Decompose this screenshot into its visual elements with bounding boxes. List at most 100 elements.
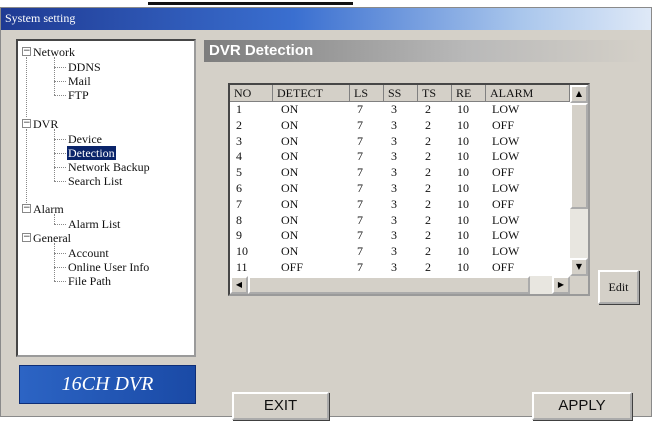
- cell-re: 10: [457, 244, 469, 259]
- cell-detect: ON: [281, 149, 299, 164]
- tree-line: [54, 224, 66, 225]
- exit-button[interactable]: EXIT: [232, 392, 329, 420]
- cell-ls: 7: [357, 117, 363, 132]
- scroll-left-icon[interactable]: ◀: [230, 276, 248, 294]
- table-row[interactable]: 9 ON 7 3 2 10 LOW: [230, 228, 570, 243]
- section-title: DVR Detection: [209, 42, 314, 59]
- cell-ts: 2: [425, 165, 431, 180]
- cell-alarm: OFF: [492, 165, 515, 180]
- column-header-ts[interactable]: TS: [418, 85, 452, 102]
- cell-ss: 3: [391, 196, 397, 211]
- cell-detect: ON: [281, 212, 299, 227]
- tree-item-file-path[interactable]: File Path: [68, 274, 111, 288]
- cell-alarm: LOW: [492, 212, 520, 227]
- column-header-no[interactable]: NO: [230, 85, 273, 102]
- cell-no: 3: [236, 133, 242, 148]
- tree-line: [54, 214, 55, 224]
- cell-alarm: LOW: [492, 102, 520, 116]
- tree-item-ftp[interactable]: FTP: [68, 88, 89, 102]
- window-title: System setting: [5, 11, 76, 25]
- tree-item-network-backup[interactable]: Network Backup: [68, 160, 150, 174]
- table-body[interactable]: 1 ON 7 3 2 10 LOW 2 ON 7 3 2 10 OFF 3 ON 7 3 2 10 LOW 4 ON 7 3 2 1…: [230, 102, 570, 276]
- cell-alarm: OFF: [492, 196, 515, 211]
- title-bar[interactable]: System setting: [1, 8, 651, 30]
- cell-ts: 2: [425, 149, 431, 164]
- scroll-right-icon[interactable]: ▶: [552, 276, 570, 294]
- table-row[interactable]: 8 ON 7 3 2 10 LOW: [230, 213, 570, 228]
- tree-item-online-user-info[interactable]: Online User Info: [68, 260, 149, 274]
- cell-ts: 2: [425, 102, 431, 116]
- cell-ts: 2: [425, 196, 431, 211]
- cell-re: 10: [457, 260, 469, 274]
- column-header-ls[interactable]: LS: [350, 85, 384, 102]
- table-header: NO DETECT LS SS TS RE ALARM: [230, 85, 570, 102]
- tree-item-alarm-list[interactable]: Alarm List: [68, 217, 120, 231]
- cell-alarm: LOW: [492, 133, 520, 148]
- tree-item-detection[interactable]: Detection: [67, 146, 116, 160]
- collapse-dvr-icon[interactable]: −: [22, 119, 31, 128]
- collapse-network-icon[interactable]: −: [22, 47, 31, 56]
- cell-no: 5: [236, 165, 242, 180]
- tree-group-general[interactable]: General: [33, 231, 71, 245]
- settings-tree[interactable]: − Network DDNS Mail FTP − DVR Device Det…: [16, 39, 196, 357]
- tree-item-account[interactable]: Account: [68, 246, 109, 260]
- table-row[interactable]: 10 ON 7 3 2 10 LOW: [230, 244, 570, 259]
- tree-line: [54, 281, 66, 282]
- cell-re: 10: [457, 181, 469, 195]
- horizontal-scrollbar[interactable]: ◀ ▶: [230, 276, 570, 294]
- tree-group-alarm[interactable]: Alarm: [33, 202, 64, 216]
- cell-ls: 7: [357, 133, 363, 148]
- table-row[interactable]: 2 ON 7 3 2 10 OFF: [230, 118, 570, 133]
- edit-button[interactable]: Edit: [598, 270, 639, 304]
- scroll-up-icon[interactable]: ▲: [570, 85, 588, 103]
- tree-item-device[interactable]: Device: [68, 132, 102, 146]
- cell-no: 7: [236, 196, 242, 211]
- cell-no: 1: [236, 102, 242, 116]
- column-header-alarm[interactable]: ALARM: [486, 85, 570, 102]
- cell-ss: 3: [391, 181, 397, 195]
- column-header-detect[interactable]: DETECT: [273, 85, 350, 102]
- table-row[interactable]: 5 ON 7 3 2 10 OFF: [230, 165, 570, 180]
- cell-detect: ON: [281, 102, 299, 116]
- tree-line: [54, 267, 66, 268]
- cell-no: 2: [236, 117, 242, 132]
- vertical-scroll-thumb[interactable]: [570, 103, 588, 209]
- column-header-re[interactable]: RE: [452, 85, 486, 102]
- apply-button[interactable]: APPLY: [532, 392, 632, 420]
- table-row[interactable]: 6 ON 7 3 2 10 LOW: [230, 181, 570, 196]
- cell-alarm: LOW: [492, 149, 520, 164]
- column-header-ss[interactable]: SS: [384, 85, 418, 102]
- tree-item-ddns[interactable]: DDNS: [68, 60, 101, 74]
- tree-item-search-list[interactable]: Search List: [68, 174, 122, 188]
- collapse-alarm-icon[interactable]: −: [22, 204, 31, 213]
- cell-detect: ON: [281, 117, 299, 132]
- table-row[interactable]: 3 ON 7 3 2 10 LOW: [230, 134, 570, 149]
- tree-line: [54, 95, 66, 96]
- tree-line: [54, 253, 66, 254]
- tree-item-mail[interactable]: Mail: [68, 74, 91, 88]
- collapse-general-icon[interactable]: −: [22, 233, 31, 242]
- cell-ts: 2: [425, 244, 431, 259]
- cell-detect: ON: [281, 244, 299, 259]
- cell-ts: 2: [425, 133, 431, 148]
- vertical-scrollbar[interactable]: ▲ ▼: [570, 85, 588, 276]
- cell-ls: 7: [357, 228, 363, 243]
- cell-re: 10: [457, 133, 469, 148]
- horizontal-scroll-thumb[interactable]: [248, 276, 530, 294]
- detection-table[interactable]: NO DETECT LS SS TS RE ALARM 1 ON 7 3 2 10 LOW 2 ON 7 3 2 1…: [228, 83, 590, 296]
- table-row[interactable]: 7 ON 7 3 2 10 OFF: [230, 197, 570, 212]
- table-row[interactable]: 4 ON 7 3 2 10 LOW: [230, 149, 570, 164]
- logo-text: 16CH DVR: [61, 373, 154, 395]
- cell-ss: 3: [391, 117, 397, 132]
- table-row[interactable]: 11 OFF 7 3 2 10 OFF: [230, 260, 570, 275]
- cell-no: 9: [236, 228, 242, 243]
- cell-ss: 3: [391, 133, 397, 148]
- scroll-down-icon[interactable]: ▼: [570, 258, 588, 276]
- cell-re: 10: [457, 165, 469, 180]
- tree-line: [54, 129, 55, 181]
- cell-no: 6: [236, 181, 242, 195]
- tree-line: [54, 57, 55, 95]
- tree-line: [26, 129, 27, 209]
- table-row[interactable]: 1 ON 7 3 2 10 LOW: [230, 102, 570, 117]
- cell-ss: 3: [391, 260, 397, 274]
